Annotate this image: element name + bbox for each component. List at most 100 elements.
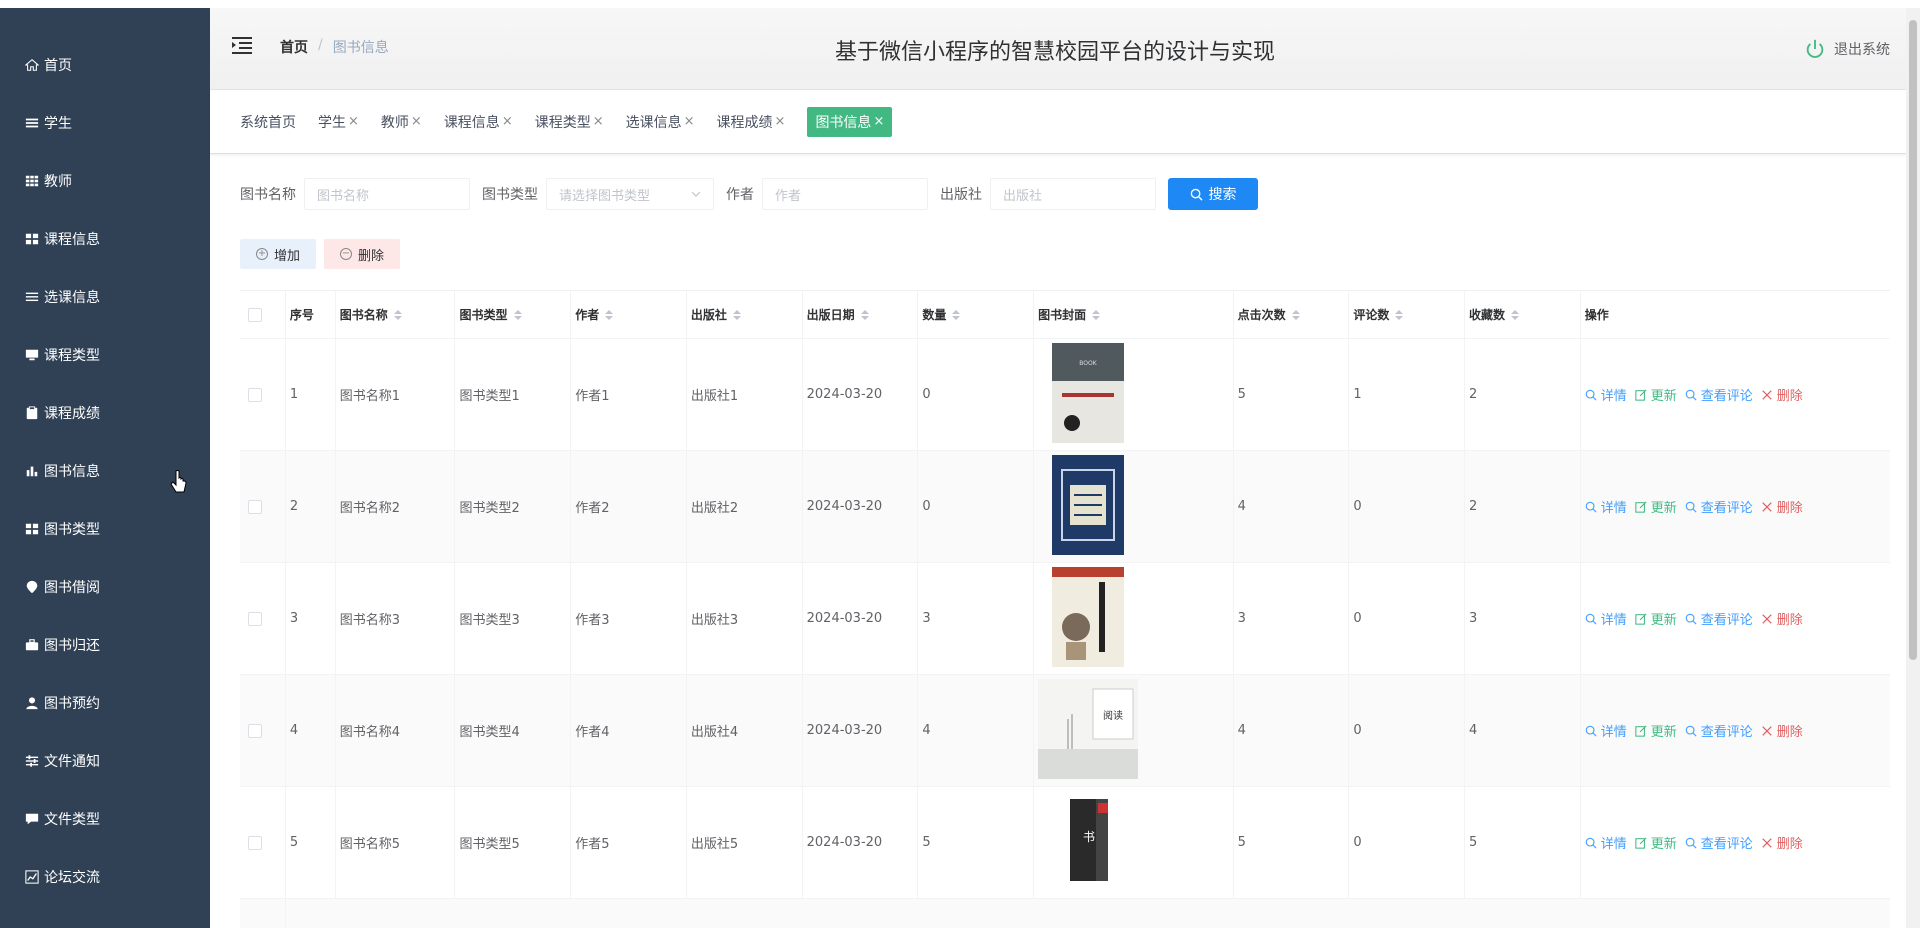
tab-label: 系统首页	[240, 114, 296, 131]
column-header[interactable]: 图书封面	[1034, 291, 1234, 338]
sidebar-item-2[interactable]: 教师	[0, 152, 210, 210]
sidebar-item-6[interactable]: 课程成绩	[0, 384, 210, 442]
row-checkbox[interactable]	[248, 835, 262, 850]
column-header[interactable]: 作者	[571, 291, 687, 338]
sidebar-item-12[interactable]: 文件通知	[0, 732, 210, 790]
tab-1[interactable]: 学生 ×	[318, 107, 369, 137]
close-icon[interactable]: ×	[593, 114, 604, 129]
view-comments-button[interactable]: 查看评论	[1685, 833, 1753, 852]
close-icon[interactable]: ×	[348, 114, 359, 129]
update-button[interactable]: 更新	[1635, 385, 1677, 404]
scrollbar[interactable]	[1906, 8, 1920, 928]
book-cover-image[interactable]: 阅读	[1038, 678, 1139, 783]
column-header[interactable]: 评论数	[1349, 291, 1466, 338]
scrollbar-thumb[interactable]	[1909, 20, 1917, 660]
column-header[interactable]: 出版社	[687, 291, 803, 338]
view-comments-button[interactable]: 查看评论	[1685, 721, 1753, 740]
column-header[interactable]: 图书名称	[336, 291, 456, 338]
update-button[interactable]: 更新	[1635, 833, 1677, 852]
tab-4[interactable]: 课程类型 ×	[535, 107, 614, 137]
sidebar-item-10[interactable]: 图书归还	[0, 616, 210, 674]
sort-icon[interactable]	[1092, 309, 1101, 320]
update-button[interactable]: 更新	[1635, 721, 1677, 740]
tab-7[interactable]: 图书信息 ×	[807, 106, 893, 137]
publisher-input[interactable]: 出版社	[990, 178, 1156, 210]
cell-index: 3	[286, 563, 336, 674]
close-icon[interactable]: ×	[775, 114, 786, 129]
sort-icon[interactable]	[393, 309, 402, 320]
view-comments-button[interactable]: 查看评论	[1685, 497, 1753, 516]
sort-icon[interactable]	[860, 309, 869, 320]
operations-cell: 详情 更新 查看评论 删除	[1581, 451, 1890, 562]
tab-0[interactable]: 系统首页	[240, 107, 306, 137]
tab-2[interactable]: 教师 ×	[381, 107, 432, 137]
row-checkbox[interactable]	[248, 499, 262, 514]
sidebar-item-9[interactable]: 图书借阅	[0, 558, 210, 616]
sidebar-item-13[interactable]: 文件类型	[0, 790, 210, 848]
tab-5[interactable]: 选课信息 ×	[626, 107, 705, 137]
column-header[interactable]: 收藏数	[1465, 291, 1581, 338]
sort-icon[interactable]	[605, 309, 614, 320]
batch-delete-button[interactable]: − 删除	[324, 239, 400, 269]
close-icon[interactable]: ×	[684, 114, 695, 129]
sidebar-item-4[interactable]: 选课信息	[0, 268, 210, 326]
book-cover-image[interactable]: BOOK	[1052, 342, 1125, 447]
author-input[interactable]: 作者	[762, 178, 928, 210]
tab-3[interactable]: 课程信息 ×	[444, 107, 523, 137]
select-all-checkbox[interactable]	[248, 307, 262, 322]
book-cover-image[interactable]	[1052, 566, 1125, 671]
view-comments-button[interactable]: 查看评论	[1685, 609, 1753, 628]
add-button[interactable]: + 增加	[240, 239, 316, 269]
detail-button[interactable]: 详情	[1585, 385, 1627, 404]
author-label: 作者	[726, 187, 754, 203]
delete-button[interactable]: 删除	[1761, 721, 1803, 740]
delete-button[interactable]: 删除	[1761, 385, 1803, 404]
column-header[interactable]: 出版日期	[803, 291, 919, 338]
sort-icon[interactable]	[732, 309, 741, 320]
delete-button[interactable]: 删除	[1761, 833, 1803, 852]
sort-icon[interactable]	[1291, 309, 1300, 320]
sidebar-item-3[interactable]: 课程信息	[0, 210, 210, 268]
column-header[interactable]: 数量	[918, 291, 1035, 338]
update-button[interactable]: 更新	[1635, 609, 1677, 628]
tab-6[interactable]: 课程成绩 ×	[717, 107, 796, 137]
sidebar-item-label: 图书类型	[44, 522, 100, 538]
sidebar-item-5[interactable]: 课程类型	[0, 326, 210, 384]
sort-icon[interactable]	[513, 309, 522, 320]
view-comments-label: 查看评论	[1700, 613, 1753, 628]
logout-button[interactable]: 退出系统	[1804, 38, 1890, 60]
book-cover-image[interactable]: 书	[1052, 790, 1125, 895]
close-icon[interactable]: ×	[873, 114, 884, 129]
book-cover-image[interactable]	[1052, 454, 1125, 559]
sidebar-item-1[interactable]: 学生	[0, 94, 210, 152]
sort-icon[interactable]	[1511, 309, 1520, 320]
detail-button[interactable]: 详情	[1585, 497, 1627, 516]
search-button[interactable]: 搜索	[1168, 178, 1258, 210]
book-type-select[interactable]: 请选择图书类型	[546, 178, 714, 210]
sidebar-item-14[interactable]: 论坛交流	[0, 848, 210, 906]
detail-button[interactable]: 详情	[1585, 833, 1627, 852]
delete-button[interactable]: 删除	[1761, 497, 1803, 516]
close-icon[interactable]: ×	[502, 114, 513, 129]
sidebar-item-0[interactable]: 首页	[0, 36, 210, 94]
add-button-label: 增加	[273, 248, 300, 264]
close-icon[interactable]: ×	[411, 114, 422, 129]
row-checkbox[interactable]	[248, 611, 262, 626]
row-checkbox[interactable]	[248, 387, 262, 402]
sidebar-item-8[interactable]: 图书类型	[0, 500, 210, 558]
column-header[interactable]: 点击次数	[1234, 291, 1350, 338]
view-comments-button[interactable]: 查看评论	[1685, 385, 1753, 404]
sort-icon[interactable]	[1395, 309, 1404, 320]
update-button[interactable]: 更新	[1635, 497, 1677, 516]
cell-clicks: 4	[1234, 675, 1350, 786]
column-header[interactable]: 图书类型	[455, 291, 572, 338]
cell-favorites: 4	[1465, 675, 1581, 786]
delete-button[interactable]: 删除	[1761, 609, 1803, 628]
book-name-input[interactable]: 图书名称	[304, 178, 470, 210]
cell-favorites: 5	[1465, 787, 1581, 898]
detail-button[interactable]: 详情	[1585, 609, 1627, 628]
sort-icon[interactable]	[952, 309, 961, 320]
detail-button[interactable]: 详情	[1585, 721, 1627, 740]
sidebar-item-11[interactable]: 图书预约	[0, 674, 210, 732]
row-checkbox[interactable]	[248, 723, 262, 738]
